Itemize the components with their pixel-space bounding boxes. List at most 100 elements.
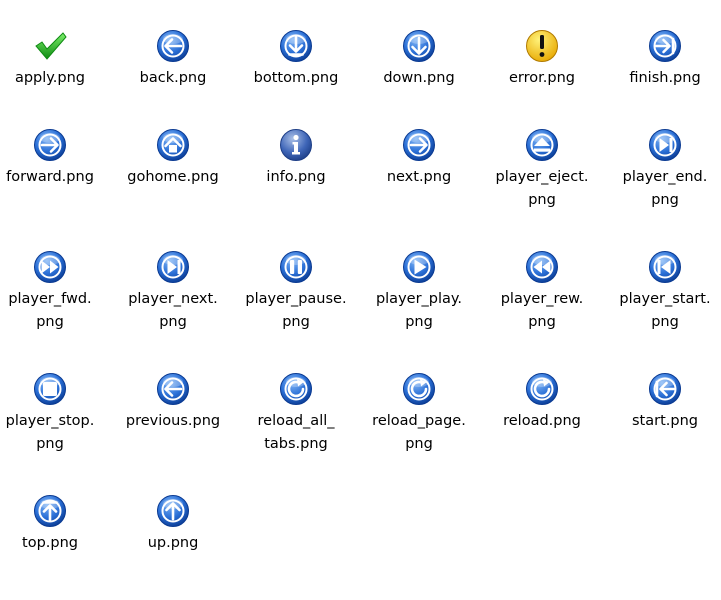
player-play-icon — [401, 249, 437, 285]
file-item[interactable]: player_start. png — [603, 249, 721, 334]
file-name-line: player_stop. — [5, 413, 95, 429]
file-name: apply.png — [15, 67, 85, 90]
file-name: reload.png — [503, 410, 581, 433]
file-name-line: png — [36, 436, 64, 452]
file-item[interactable]: player_fwd.png — [0, 249, 112, 334]
file-item[interactable]: player_end.png — [603, 127, 721, 212]
file-item[interactable]: player_eject.png — [480, 127, 604, 212]
file-item[interactable]: reload_page.png — [357, 371, 481, 456]
file-item[interactable]: player_stop.png — [0, 371, 112, 456]
error-icon — [524, 28, 560, 64]
file-name-line: down.png — [383, 70, 455, 86]
file-name: reload_all_ tabs.png — [258, 410, 335, 456]
file-item[interactable]: top.png — [0, 493, 112, 555]
file-name-line: player_pause. — [245, 291, 347, 307]
file-item[interactable]: gohome.png — [111, 127, 235, 189]
file-name: error.png — [509, 67, 575, 90]
player-stop-icon — [32, 371, 68, 407]
bottom-icon — [278, 28, 314, 64]
file-name-line: next.png — [386, 169, 452, 185]
file-name-line: up.png — [147, 535, 199, 551]
file-name-line: player_end. — [622, 169, 708, 185]
file-item[interactable]: player_rew.png — [480, 249, 604, 334]
file-name: player_eject.png — [496, 166, 589, 212]
file-name-line: tabs.png — [264, 436, 328, 452]
file-name-line: png — [36, 314, 64, 330]
file-name-line: reload_all_ — [257, 413, 335, 429]
file-item[interactable]: apply.png — [0, 28, 112, 90]
player-next-icon — [155, 249, 191, 285]
up-icon — [155, 493, 191, 529]
file-item[interactable]: previous.png — [111, 371, 235, 433]
file-name-line: apply.png — [14, 70, 86, 86]
file-name-line: reload.png — [503, 413, 581, 429]
file-name-line: player_eject. — [495, 169, 589, 185]
file-name: up.png — [148, 532, 199, 555]
file-item[interactable]: player_next. png — [111, 249, 235, 334]
file-name-line: forward.png — [6, 169, 94, 185]
player-rew-icon — [524, 249, 560, 285]
apply-icon — [32, 28, 68, 64]
top-icon — [32, 493, 68, 529]
next-icon — [401, 127, 437, 163]
file-name: player_end.png — [623, 166, 708, 212]
file-item[interactable]: start.png — [603, 371, 721, 433]
file-name-line: finish.png — [629, 70, 701, 86]
player-end-icon — [647, 127, 683, 163]
reload-icon — [524, 371, 560, 407]
file-name-line: player_rew. — [500, 291, 584, 307]
file-name-line: info.png — [266, 169, 326, 185]
file-item[interactable]: info.png — [234, 127, 358, 189]
icon-grid: apply.png back.png bottom.png down.png e… — [0, 0, 721, 600]
file-name-line: png — [528, 314, 556, 330]
file-item[interactable]: finish.png — [603, 28, 721, 90]
file-name-line: bottom.png — [253, 70, 339, 86]
file-name: player_play. png — [376, 288, 462, 334]
file-name-line: player_fwd. — [8, 291, 92, 307]
file-name: reload_page.png — [372, 410, 466, 456]
file-name: player_next. png — [128, 288, 218, 334]
previous-icon — [155, 371, 191, 407]
file-name: down.png — [383, 67, 454, 90]
file-name-line: previous.png — [125, 413, 221, 429]
file-name-line: png — [405, 436, 433, 452]
file-name: next.png — [387, 166, 451, 189]
file-name-line: top.png — [22, 535, 78, 551]
file-item[interactable]: forward.png — [0, 127, 112, 189]
file-name-line: png — [528, 192, 556, 208]
file-name-line: png — [282, 314, 310, 330]
file-item[interactable]: down.png — [357, 28, 481, 90]
file-item[interactable]: reload_all_ tabs.png — [234, 371, 358, 456]
file-name-line: reload_page. — [372, 413, 466, 429]
file-name-line: start.png — [632, 413, 698, 429]
file-name: player_rew.png — [501, 288, 584, 334]
file-name-line: png — [651, 192, 679, 208]
file-item[interactable]: reload.png — [480, 371, 604, 433]
file-item[interactable]: bottom.png — [234, 28, 358, 90]
file-name: back.png — [140, 67, 207, 90]
file-name: finish.png — [629, 67, 700, 90]
reload-page-icon — [401, 371, 437, 407]
file-item[interactable]: next.png — [357, 127, 481, 189]
file-name: gohome.png — [127, 166, 218, 189]
file-name-line: gohome.png — [127, 169, 219, 185]
file-item[interactable]: error.png — [480, 28, 604, 90]
file-name-line: player_next. — [128, 291, 218, 307]
start-icon — [647, 371, 683, 407]
file-name: forward.png — [6, 166, 94, 189]
file-item[interactable]: up.png — [111, 493, 235, 555]
file-name-line: back.png — [139, 70, 207, 86]
player-fwd-icon — [32, 249, 68, 285]
file-name-line: error.png — [509, 70, 575, 86]
file-item[interactable]: player_pause.png — [234, 249, 358, 334]
file-name-line: png — [651, 314, 679, 330]
file-item[interactable]: player_play. png — [357, 249, 481, 334]
gohome-icon — [155, 127, 191, 163]
file-item[interactable]: back.png — [111, 28, 235, 90]
file-name: player_pause.png — [245, 288, 346, 334]
finish-icon — [647, 28, 683, 64]
info-icon — [278, 127, 314, 163]
down-icon — [401, 28, 437, 64]
player-start-icon — [647, 249, 683, 285]
forward-icon — [32, 127, 68, 163]
